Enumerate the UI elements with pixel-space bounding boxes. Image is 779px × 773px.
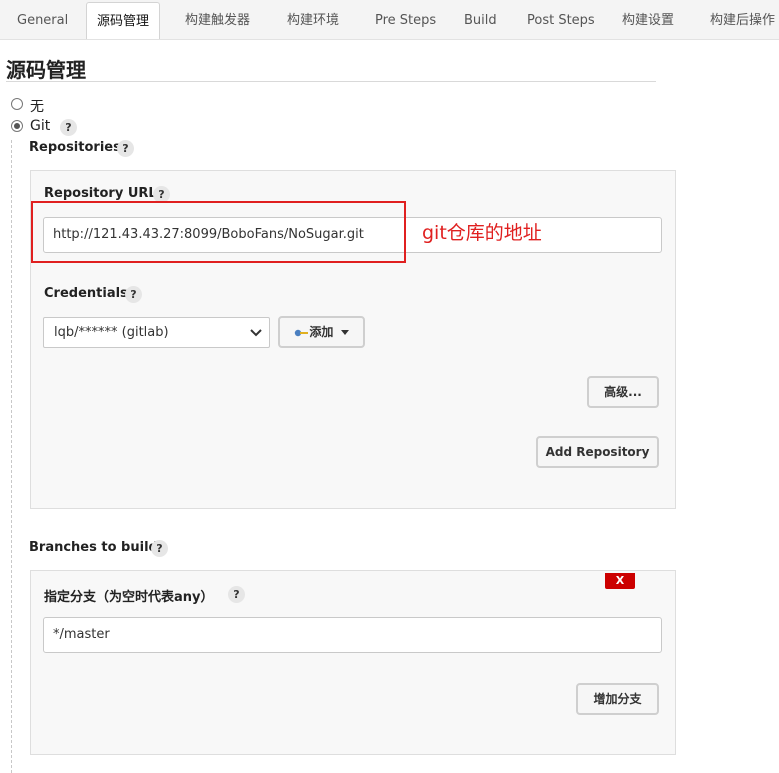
tab-post-build-actions[interactable]: 构建后操作	[710, 0, 775, 40]
annotation-highlight-box	[31, 201, 406, 263]
add-repository-button[interactable]: Add Repository	[536, 436, 659, 468]
tab-scm[interactable]: 源码管理	[86, 2, 161, 39]
tab-bar: General 源码管理 构建触发器 构建环境 Pre Steps Build …	[0, 0, 779, 40]
credentials-select-value: lqb/****** (gitlab)	[54, 325, 169, 340]
key-icon	[295, 329, 309, 336]
tab-build-environment[interactable]: 构建环境	[287, 0, 339, 40]
tab-pre-steps[interactable]: Pre Steps	[375, 0, 436, 40]
add-branch-button[interactable]: 增加分支	[576, 683, 659, 715]
delete-branch-button[interactable]: X	[605, 573, 635, 589]
git-section-guide	[11, 140, 12, 773]
repositories-help-icon[interactable]: ?	[117, 140, 134, 157]
branch-specifier-input[interactable]: */master	[43, 617, 662, 653]
add-credentials-label: 添加	[309, 325, 334, 339]
page-title: 源码管理	[6, 58, 86, 82]
caret-down-icon	[340, 329, 349, 335]
credentials-label: Credentials	[44, 286, 128, 301]
tab-build-settings[interactable]: 构建设置	[622, 0, 674, 40]
branches-help-icon[interactable]: ?	[151, 540, 168, 557]
tab-post-steps[interactable]: Post Steps	[527, 0, 595, 40]
section-divider	[6, 81, 656, 82]
annotation-text: git仓库的地址	[422, 222, 542, 244]
branch-specifier-label: 指定分支（为空时代表any）	[44, 590, 214, 605]
tab-build-triggers[interactable]: 构建触发器	[185, 0, 250, 40]
advanced-button[interactable]: 高级...	[587, 376, 659, 408]
repository-url-label: Repository URL	[44, 186, 157, 201]
add-credentials-button[interactable]: 添加	[278, 316, 365, 348]
branch-specifier-help-icon[interactable]: ?	[228, 586, 245, 603]
radio-none[interactable]	[11, 98, 23, 110]
radio-git[interactable]	[11, 120, 23, 132]
radio-git-label: Git	[30, 118, 51, 134]
repositories-label: Repositories	[29, 140, 121, 155]
credentials-select[interactable]: lqb/****** (gitlab)	[43, 317, 270, 348]
git-help-icon[interactable]: ?	[60, 119, 77, 136]
credentials-help-icon[interactable]: ?	[125, 286, 142, 303]
branches-label: Branches to build	[29, 540, 158, 555]
chevron-down-icon	[250, 329, 262, 337]
tab-build[interactable]: Build	[464, 0, 497, 40]
tab-general[interactable]: General	[17, 0, 68, 40]
radio-none-label: 无	[30, 99, 44, 115]
